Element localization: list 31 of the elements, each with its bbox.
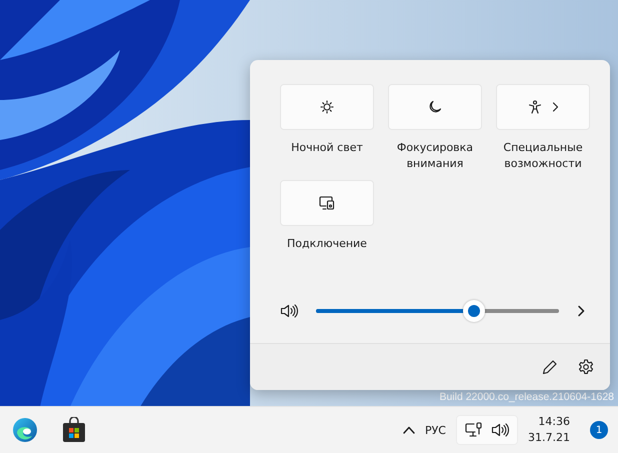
volume-slider[interactable] <box>316 300 559 322</box>
clock-date[interactable]: 31.7.21 <box>528 430 570 446</box>
tile-label: Специальные возможности <box>502 140 584 172</box>
pencil-icon[interactable] <box>542 359 558 375</box>
moon-icon <box>428 100 442 114</box>
tile-label: Ночной свет <box>290 140 364 156</box>
tile-label: Фокусировка внимания <box>396 140 474 172</box>
quick-setting-tile[interactable] <box>280 180 374 226</box>
sun-icon <box>320 100 334 114</box>
chevron-right-icon <box>552 102 558 112</box>
person-icon <box>528 100 542 114</box>
settings-icon[interactable] <box>578 359 594 375</box>
caret-up-icon[interactable] <box>402 426 415 434</box>
browser-icon[interactable] <box>12 417 38 443</box>
slider-thumb[interactable] <box>462 300 485 322</box>
store-icon[interactable] <box>62 417 86 443</box>
network-icon <box>465 422 483 438</box>
clock-time[interactable]: 14:36 <box>538 414 570 430</box>
language-indicator[interactable]: РУС <box>424 424 446 436</box>
quick-setting-tile[interactable] <box>388 84 482 130</box>
speaker-icon[interactable] <box>280 304 298 318</box>
speaker-icon <box>491 423 509 437</box>
chevron-button[interactable] <box>577 305 585 317</box>
build-watermark: Build 22000.co_release.210604-1628 <box>439 391 614 403</box>
notification-badge[interactable]: 1 <box>590 421 608 439</box>
cast-icon <box>319 196 335 210</box>
chevron-right-icon <box>577 305 585 317</box>
quick-setting-tile[interactable] <box>496 84 590 130</box>
quick-setting-tile[interactable] <box>280 84 374 130</box>
tile-label: Подключение <box>286 236 368 252</box>
tray-button[interactable] <box>456 415 518 445</box>
